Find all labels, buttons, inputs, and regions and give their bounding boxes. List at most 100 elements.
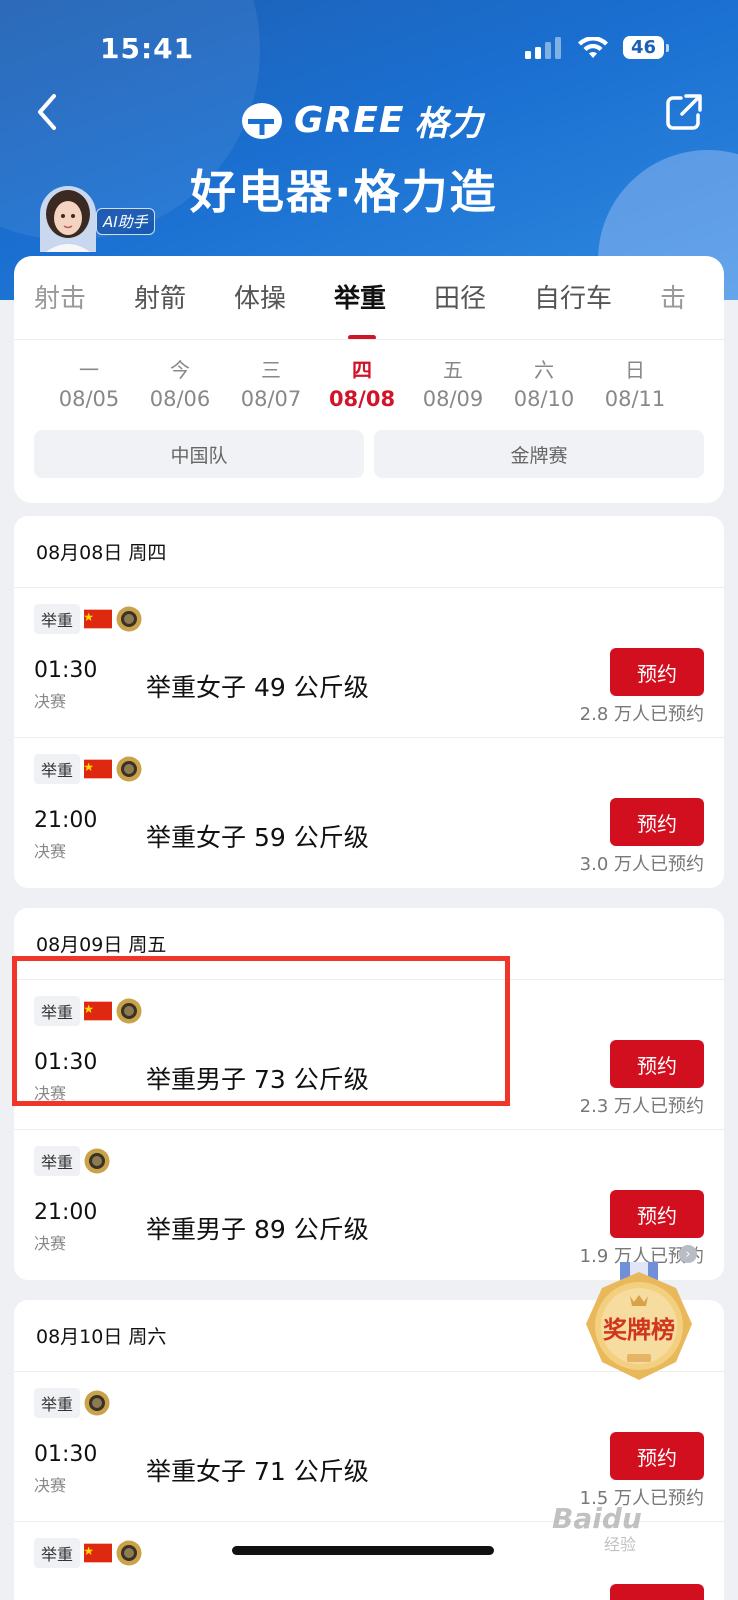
day-date: 08/08 [328,387,396,411]
china-flag-icon [84,1543,113,1563]
group-date: 08月08日 周四 [14,516,724,588]
quick-filters: 中国队 金牌赛 [34,430,704,478]
signal-icon [524,36,561,59]
event-name: 举重女子 71 公斤级 [146,1457,369,1486]
sport-tag: 举重 [34,1146,81,1176]
event-name: 举重男子 89 公斤级 [146,1215,369,1244]
day-weekday: 五 [443,358,463,382]
day-date: 08/06 [149,387,211,411]
brand-logo: GREE 格力 [240,96,482,145]
reserve-button[interactable] [610,1584,704,1600]
event-row[interactable]: 举重 21:00 决赛 举重男子 89 公斤级 预约 1.9 万人已预约 [14,1130,724,1280]
gree-logo-icon [242,102,282,139]
reserve-button[interactable]: 预约 [610,1040,704,1088]
day-item[interactable]: 一 08/05 [54,354,124,411]
schedule-group: 08月08日 周四 举重 01:30 决赛 举重女子 49 公斤级 预约 2.8… [14,516,724,888]
day-date: 08/09 [422,387,484,411]
event-phase: 决赛 [34,1234,67,1253]
sport-tag: 举重 [34,1388,81,1418]
sport-tabs: 射击 射箭 体操 举重 田径 自行车 击 [14,256,724,340]
battery-icon: 46 [622,36,670,59]
filter-china-team[interactable]: 中国队 [34,430,364,478]
gold-medal-icon [116,606,142,632]
event-row[interactable]: 举重 21:00 决赛 举重女子 59 公斤级 预约 3.0 万人已预约 [14,738,724,888]
day-date: 08/05 [58,387,120,411]
day-item[interactable]: 五 08/09 [418,354,488,411]
day-date: 08/11 [604,387,666,411]
event-name: 举重男子 73 公斤级 [146,1065,369,1094]
event-tags: 举重 [34,996,142,1026]
gold-medal-icon [116,1540,142,1566]
reservation-count: 2.8 万人已预约 [579,704,704,725]
brand-cn: 格力 [414,104,483,144]
day-item[interactable]: 三 08/07 [236,354,306,411]
day-date: 08/10 [513,387,575,411]
tab-more[interactable]: 击 [660,278,686,315]
reservation-count: 3.0 万人已预约 [579,854,704,875]
day-weekday: 一 [79,358,99,382]
medal-table-label: 奖牌榜 [603,1316,675,1344]
header-banner: 15:41 46 GREE 格力 好电器·格力造 AI助手 [0,0,738,300]
gold-medal-icon [84,1148,110,1174]
event-tags: 举重 [34,1388,110,1418]
event-row[interactable]: 举重 01:30 决赛 举重女子 49 公斤级 预约 2.8 万人已预约 [14,588,724,738]
reserve-button[interactable]: 预约 [610,648,704,696]
day-item-selected[interactable]: 四 08/08 [327,354,397,411]
tab-archery[interactable]: 射箭 [134,278,186,315]
event-name: 举重女子 59 公斤级 [146,823,369,852]
sport-tag: 举重 [34,604,81,634]
filter-gold-medal[interactable]: 金牌赛 [374,430,704,478]
back-icon[interactable] [30,90,70,134]
day-selector: 一 08/05 今 08/06 三 08/07 四 08/08 五 08/09 六 08/1… [14,340,724,430]
day-weekday: 日 [625,358,645,382]
event-tags: 举重 [34,1538,142,1568]
status-icons: 46 [524,36,670,59]
reserve-button[interactable]: 预约 [610,798,704,846]
filter-panel: 射击 射箭 体操 举重 田径 自行车 击 一 08/05 今 08/06 三 08/0… [14,256,724,503]
schedule-group: 08月09日 周五 举重 01:30 决赛 举重男子 73 公斤级 预约 2.3… [14,908,724,1280]
gold-medal-icon [84,1390,110,1416]
status-time: 15:41 [100,32,195,65]
share-icon[interactable] [664,92,704,132]
medal-table-icon[interactable]: 奖牌榜 [580,1262,698,1388]
sport-tag: 举重 [34,1538,81,1568]
event-name: 举重女子 49 公斤级 [146,673,369,702]
tab-weightlifting[interactable]: 举重 [334,278,386,315]
ai-assistant-badge[interactable]: AI助手 [96,208,155,235]
reserve-button[interactable]: 预约 [610,1432,704,1480]
gold-medal-icon [116,756,142,782]
chevron-right-icon[interactable]: › [679,1245,697,1263]
wifi-icon [577,36,608,58]
brand-name: GREE [294,100,405,141]
china-flag-icon [84,759,113,779]
day-date: 08/07 [240,387,302,411]
day-item[interactable]: 今 08/06 [145,354,215,411]
day-weekday: 今 [170,358,190,382]
sport-tag: 举重 [34,996,81,1026]
china-flag-icon [84,609,113,629]
event-time: 01:30 [34,1442,98,1467]
event-phase: 决赛 [34,1084,67,1103]
tab-shooting[interactable]: 射击 [34,278,86,315]
day-item[interactable]: 六 08/10 [509,354,579,411]
tab-cycling[interactable]: 自行车 [534,278,612,315]
ai-avatar[interactable] [40,186,96,252]
reservation-count: 2.3 万人已预约 [579,1096,704,1117]
tab-athletics[interactable]: 田径 [434,278,486,315]
day-weekday: 四 [352,358,372,382]
event-phase: 决赛 [34,842,67,861]
slogan: 好电器·格力造 [190,165,498,219]
home-indicator[interactable] [232,1546,494,1555]
event-row[interactable]: 举重 01:30 决赛 举重女子 71 公斤级 预约 1.5 万人已预约 [14,1372,724,1522]
sport-tag: 举重 [34,754,81,784]
day-item[interactable]: 日 08/11 [600,354,670,411]
event-tags: 举重 [34,1146,110,1176]
event-time: 21:00 [34,1200,98,1225]
china-flag-icon [84,1001,113,1021]
reserve-button[interactable]: 预约 [610,1190,704,1238]
event-time: 01:30 [34,658,98,683]
tab-gymnastics[interactable]: 体操 [234,278,286,315]
event-phase: 决赛 [34,692,67,711]
event-row[interactable]: 举重 01:30 决赛 举重男子 73 公斤级 预约 2.3 万人已预约 [14,980,724,1130]
event-time: 21:00 [34,808,98,833]
